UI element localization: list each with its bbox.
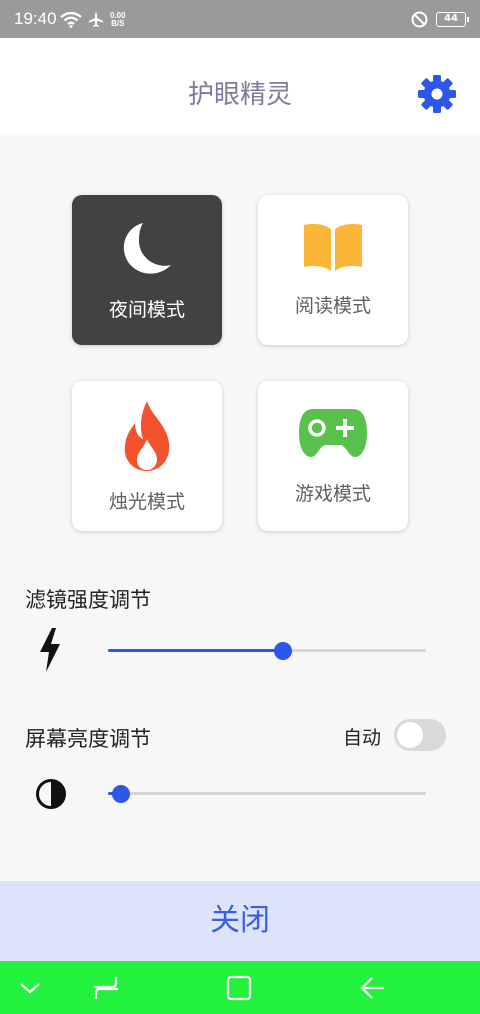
book-icon-wrap	[258, 221, 408, 273]
nav-hide-button[interactable]	[0, 961, 60, 1014]
flame-icon	[124, 401, 170, 471]
filter-intensity-slider[interactable]	[108, 639, 426, 663]
recents-icon	[94, 976, 118, 999]
chevron-down-icon	[20, 982, 40, 993]
net-speed-unit: B/S	[111, 19, 125, 28]
gamepad-icon-wrap	[258, 405, 408, 459]
mode-card-night[interactable]: 夜间模式	[72, 195, 222, 345]
nav-back-button[interactable]	[343, 961, 403, 1014]
status-icons-right: 44	[411, 11, 469, 28]
toggle-knob	[397, 722, 423, 748]
mode-label-candle: 烛光模式	[108, 491, 185, 513]
lightning-icon	[40, 628, 60, 672]
auto-brightness-label: 自动	[343, 727, 382, 749]
airplane-icon	[89, 12, 103, 27]
flame-icon-wrap	[72, 399, 222, 473]
settings-button[interactable]	[416, 73, 458, 115]
page-title: 护眼精灵	[187, 80, 292, 110]
nav-recents-button[interactable]	[76, 961, 136, 1014]
slider-thumb[interactable]	[273, 642, 292, 660]
mode-card-reading[interactable]: 阅读模式	[258, 195, 408, 345]
slider-fill	[108, 649, 283, 652]
contrast-icon	[36, 779, 66, 809]
status-time: 19:40	[14, 9, 57, 28]
mode-label-night: 夜间模式	[108, 299, 185, 321]
status-bar: 19:40 0.00 B/S 44	[0, 0, 480, 38]
battery-indicator: 44	[436, 12, 469, 27]
moon-icon-wrap	[72, 219, 222, 279]
auto-brightness-toggle[interactable]	[394, 719, 446, 751]
book-icon	[304, 224, 362, 271]
app-header: 护眼精灵	[0, 38, 480, 134]
status-icons-left: 0.00 B/S	[60, 12, 126, 28]
mode-card-game[interactable]: 游戏模式	[258, 381, 408, 531]
moon-icon	[123, 223, 171, 274]
close-button[interactable]: 关闭	[0, 881, 480, 961]
net-speed: 0.00 B/S	[110, 12, 126, 28]
mode-label-game: 游戏模式	[294, 483, 371, 505]
gamepad-icon	[299, 409, 367, 457]
filter-section-title: 滤镜强度调节	[25, 588, 151, 612]
do-not-disturb-icon	[411, 11, 428, 28]
gear-icon	[418, 75, 456, 113]
navigation-bar	[0, 961, 480, 1014]
slider-track	[108, 792, 426, 795]
mode-label-reading: 阅读模式	[294, 295, 371, 317]
brightness-slider[interactable]	[108, 782, 426, 806]
home-icon	[226, 975, 252, 1000]
nav-home-button[interactable]	[209, 961, 269, 1014]
brightness-section-title: 屏幕亮度调节	[25, 727, 151, 751]
wifi-icon	[60, 12, 82, 28]
back-icon	[360, 976, 384, 999]
slider-thumb[interactable]	[111, 785, 130, 803]
mode-card-candle[interactable]: 烛光模式	[72, 381, 222, 531]
